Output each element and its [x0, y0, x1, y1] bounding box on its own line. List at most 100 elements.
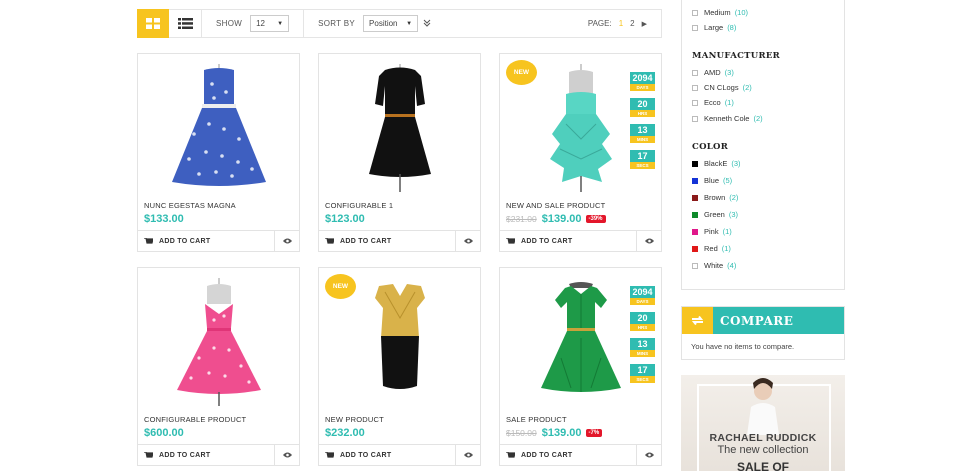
filter-label: Green	[704, 210, 725, 219]
toolbar: SHOW 12 ▼ SORT BY Position ▼ PAGE: 1 2 ▶	[137, 8, 662, 38]
product-image[interactable]	[319, 54, 480, 204]
checkbox[interactable]	[692, 99, 698, 106]
product-image[interactable]	[138, 268, 299, 418]
list-view-button[interactable]	[169, 8, 202, 38]
add-to-cart-button[interactable]: ADD TO CART	[138, 231, 274, 251]
quick-view-button[interactable]	[455, 231, 480, 251]
sort-select[interactable]: Position ▼	[363, 15, 419, 32]
filter-manufacturer-amd[interactable]: AMD (3)	[692, 68, 734, 77]
add-to-cart-button[interactable]: ADD TO CART	[500, 231, 636, 251]
product-name[interactable]: CONFIGURABLE 1	[325, 201, 393, 210]
add-to-cart-button[interactable]: ADD TO CART	[500, 445, 636, 465]
filter-label: Brown	[704, 193, 726, 202]
quick-view-button[interactable]	[636, 231, 661, 251]
filter-color-red[interactable]: Red (1)	[692, 244, 731, 253]
quick-view-button[interactable]	[455, 445, 480, 465]
color-heading: COLOR	[692, 142, 729, 152]
checkbox[interactable]	[692, 69, 698, 76]
add-to-cart-label: ADD TO CART	[340, 451, 392, 459]
discount-badge: -39%	[585, 215, 606, 223]
list-icon	[177, 17, 193, 29]
filter-label: AMD	[704, 68, 721, 77]
compare-empty-message: You have no items to compare.	[691, 342, 795, 351]
page-2[interactable]: 2	[630, 19, 634, 28]
product-name[interactable]: NEW AND SALE PRODUCT	[506, 201, 605, 210]
checkbox[interactable]	[692, 24, 698, 31]
cart-icon	[506, 237, 515, 244]
promo-banner[interactable]: RACHAEL RUDDICK The new collection SALE …	[681, 375, 845, 471]
product-name[interactable]: CONFIGURABLE PRODUCT	[144, 415, 246, 424]
sort-direction-icon[interactable]	[423, 19, 431, 29]
sort-value: Position	[369, 19, 398, 28]
checkbox[interactable]	[692, 9, 698, 16]
product-price: $133.00	[144, 213, 184, 225]
add-to-cart-label: ADD TO CART	[159, 237, 211, 245]
add-to-cart-label: ADD TO CART	[340, 237, 392, 245]
grid-view-button[interactable]	[137, 8, 169, 38]
filter-count: (3)	[728, 210, 739, 219]
product-name[interactable]: SALE PRODUCT	[506, 415, 567, 424]
product-card: NEW NEW PRODUCT $232.00 ADD TO CART	[318, 267, 481, 466]
old-price: $231.00	[506, 214, 537, 224]
product-price: $600.00	[144, 427, 184, 439]
quick-view-button[interactable]	[636, 445, 661, 465]
filter-label: Red	[704, 244, 718, 253]
color-swatch	[692, 160, 698, 167]
filter-color-black[interactable]: BlackE (3)	[692, 159, 741, 168]
add-to-cart-button[interactable]: ADD TO CART	[138, 445, 274, 465]
quick-view-button[interactable]	[274, 445, 299, 465]
show-label: SHOW	[216, 19, 243, 28]
compare-header: COMPARE	[682, 307, 844, 334]
discount-badge: -7%	[585, 429, 603, 437]
layered-navigation: Medium (10) Large (8) MANUFACTURER AMD (3) …	[681, 0, 845, 290]
eye-icon	[282, 452, 292, 458]
color-swatch	[692, 211, 698, 218]
filter-size-medium[interactable]: Medium (10)	[692, 8, 748, 17]
add-to-cart-button[interactable]: ADD TO CART	[319, 231, 455, 251]
filter-color-pink[interactable]: Pink (1)	[692, 227, 732, 236]
add-to-cart-button[interactable]: ADD TO CART	[319, 445, 455, 465]
product-name[interactable]: NUNC EGESTAS MAGNA	[144, 201, 236, 210]
filter-size-large[interactable]: Large (8)	[692, 23, 736, 32]
checkbox[interactable]	[692, 84, 698, 91]
product-actions: ADD TO CART	[138, 230, 299, 251]
product-image[interactable]	[138, 54, 299, 204]
countdown-minutes: 13 MINS	[630, 124, 655, 143]
filter-manufacturer-cn-clogs[interactable]: CN CLogs (2)	[692, 83, 752, 92]
page-1[interactable]: 1	[619, 19, 623, 28]
filter-color-blue[interactable]: Blue (5)	[692, 176, 732, 185]
cart-icon	[325, 237, 334, 244]
filter-color-brown[interactable]: Brown (2)	[692, 193, 738, 202]
filter-label: White	[704, 261, 724, 270]
filter-count: (2)	[742, 83, 752, 92]
next-page-icon[interactable]: ▶	[642, 20, 647, 28]
price-value: $139.00	[541, 427, 582, 439]
filter-count: (3)	[731, 159, 741, 168]
price-value: $232.00	[325, 427, 365, 439]
filter-color-green[interactable]: Green (3)	[692, 210, 738, 219]
show-limit-value: 12	[256, 19, 265, 28]
filter-count: (8)	[727, 23, 737, 32]
grid-icon	[146, 17, 160, 29]
filter-manufacturer-ecco[interactable]: Ecco (1)	[692, 98, 734, 107]
add-to-cart-label: ADD TO CART	[521, 237, 573, 245]
add-to-cart-label: ADD TO CART	[159, 451, 211, 459]
filter-count: (10)	[734, 8, 749, 17]
show-limit-select[interactable]: 12 ▼	[250, 15, 290, 32]
eye-icon	[282, 238, 292, 244]
product-name[interactable]: NEW PRODUCT	[325, 415, 384, 424]
compare-title: COMPARE	[720, 313, 794, 328]
filter-count: (2)	[729, 193, 739, 202]
filter-count: (4)	[727, 261, 737, 270]
banner-title: RACHAEL RUDDICK	[709, 432, 817, 444]
product-card: NUNC EGESTAS MAGNA $133.00 ADD TO CART	[137, 53, 300, 252]
checkbox[interactable]	[692, 115, 698, 122]
old-price: $150.00	[506, 428, 537, 438]
cart-icon	[325, 451, 334, 458]
divider	[303, 9, 305, 38]
sort-label: SORT BY	[318, 19, 356, 28]
filter-color-white[interactable]: White (4)	[692, 261, 736, 270]
quick-view-button[interactable]	[274, 231, 299, 251]
chevron-down-icon: ▼	[277, 20, 284, 27]
filter-manufacturer-kenneth-cole[interactable]: Kenneth Cole (2)	[692, 114, 763, 123]
